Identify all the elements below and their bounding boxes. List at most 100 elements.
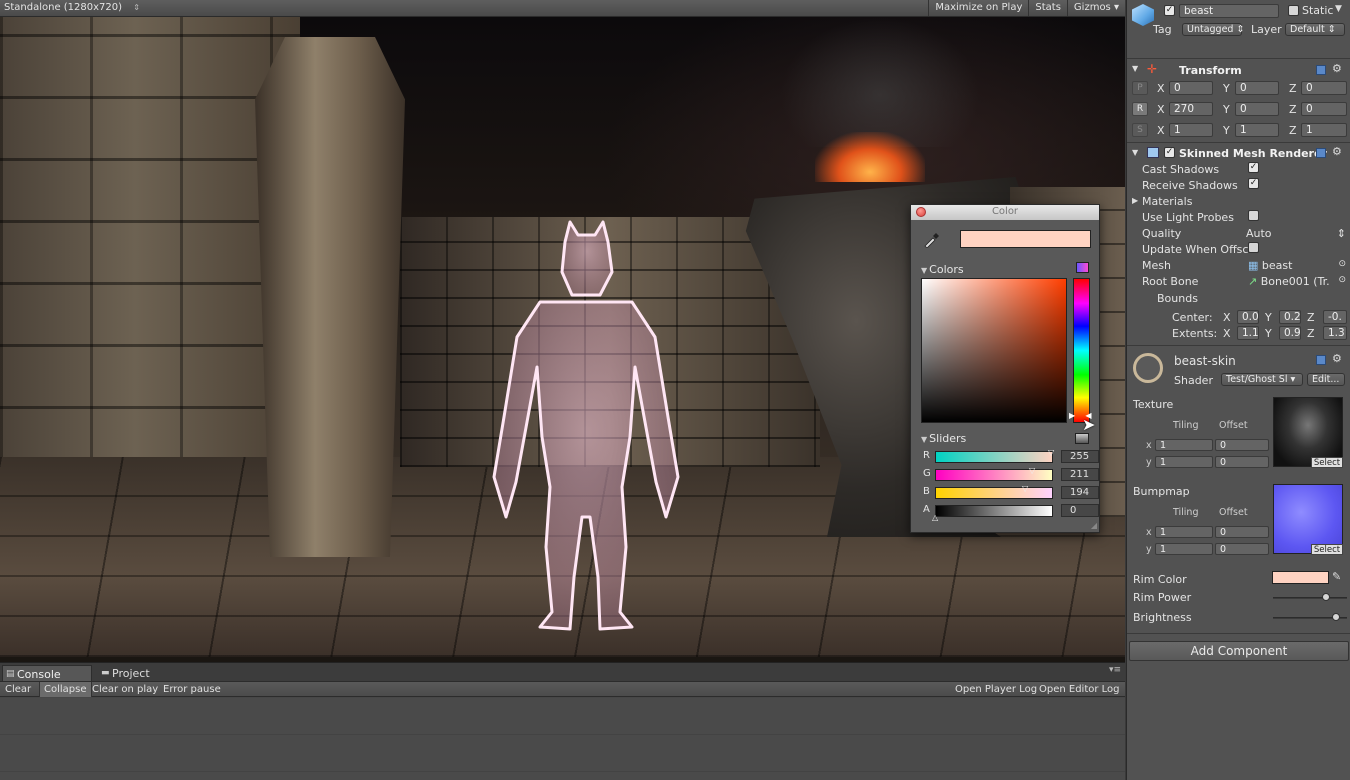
root-bone-object-field[interactable]: ↗ Bone001 (Tr. ⊙ — [1248, 275, 1348, 288]
receive-shadows-checkbox[interactable]: ✓ — [1248, 178, 1259, 189]
position-y-field[interactable]: 0 — [1235, 81, 1279, 95]
extents-z-field[interactable]: 1.3 — [1323, 326, 1347, 340]
static-dropdown-icon[interactable]: ▼ — [1335, 4, 1342, 14]
slider-r[interactable]: R ▽ 255 — [921, 448, 1099, 464]
texture-tiling-y-field[interactable]: 1 — [1155, 456, 1213, 468]
foldout-open-icon[interactable]: ▼ — [1132, 148, 1138, 157]
rim-power-slider[interactable] — [1273, 597, 1347, 599]
brightness-slider-knob[interactable] — [1331, 613, 1340, 621]
help-book-icon[interactable] — [1316, 148, 1326, 158]
rim-power-slider-knob[interactable] — [1322, 593, 1331, 601]
slider-knob-icon[interactable]: ▽ — [1048, 448, 1054, 457]
slider-knob-icon[interactable]: △ — [932, 513, 938, 522]
quality-dropdown[interactable]: Auto ⇕ — [1246, 227, 1346, 240]
bumpmap-offset-x-field[interactable]: 0 — [1215, 526, 1269, 538]
object-name-field[interactable]: beast — [1179, 4, 1279, 18]
slider-b[interactable]: B ▽ 194 — [921, 484, 1099, 500]
slider-mode-icon[interactable] — [1075, 433, 1089, 444]
current-color-swatch[interactable] — [960, 230, 1091, 248]
use-light-probes-checkbox[interactable] — [1248, 210, 1259, 221]
slider-a[interactable]: A △ 0 — [921, 504, 1099, 522]
bumpmap-offset-y-field[interactable]: 0 — [1215, 543, 1269, 555]
static-checkbox[interactable] — [1288, 5, 1299, 16]
open-editor-log-button[interactable]: Open Editor Log — [1039, 684, 1120, 695]
open-player-log-button[interactable]: Open Player Log — [955, 684, 1037, 695]
sliders-section-header[interactable]: ▼ Sliders — [921, 432, 966, 445]
center-y-field[interactable]: 0.2 — [1279, 310, 1301, 324]
center-x-field[interactable]: 0.0 — [1237, 310, 1259, 324]
slider-r-value[interactable]: 255 — [1061, 450, 1099, 463]
clear-button[interactable]: Clear — [5, 684, 31, 695]
collapse-toggle[interactable]: Collapse — [39, 682, 92, 697]
hue-slider[interactable] — [1073, 278, 1090, 423]
scale-z-field[interactable]: 1 — [1301, 123, 1347, 137]
rotation-y-field[interactable]: 0 — [1235, 102, 1279, 116]
bumpmap-select-button[interactable]: Select — [1311, 544, 1343, 555]
bumpmap-tiling-x-field[interactable]: 1 — [1155, 526, 1213, 538]
slider-g-value[interactable]: 211 — [1061, 468, 1099, 481]
slider-g[interactable]: G ▽ 211 — [921, 466, 1099, 482]
reset-scale-button[interactable]: S — [1132, 123, 1148, 137]
shader-dropdown[interactable]: Test/Ghost Sl ▾ — [1221, 373, 1303, 386]
layer-dropdown[interactable]: Default ⇕ — [1285, 23, 1345, 36]
panel-menu-icon[interactable]: ▾≡ — [1109, 665, 1121, 675]
center-z-field[interactable]: -0. — [1323, 310, 1347, 324]
edit-shader-button[interactable]: Edit... — [1307, 373, 1345, 386]
clear-on-play-toggle[interactable]: Clear on play — [92, 684, 158, 695]
console-log-list[interactable] — [0, 698, 1125, 780]
active-checkbox[interactable]: ✓ — [1164, 5, 1175, 16]
mesh-object-field[interactable]: ▦ beast ⊙ — [1248, 259, 1348, 272]
foldout-open-icon[interactable]: ▼ — [1132, 64, 1138, 73]
foldout-closed-icon[interactable]: ▶ — [1132, 196, 1138, 205]
reset-rotation-button[interactable]: R — [1132, 102, 1148, 116]
gear-icon[interactable]: ⚙ — [1332, 62, 1342, 75]
slider-a-track[interactable]: △ — [932, 505, 1053, 522]
slider-b-value[interactable]: 194 — [1061, 486, 1099, 499]
rotation-x-field[interactable]: 270 — [1169, 102, 1213, 116]
extents-x-field[interactable]: 1.1 — [1237, 326, 1259, 340]
position-x-field[interactable]: 0 — [1169, 81, 1213, 95]
resolution-dropdown[interactable]: Standalone (1280x720) ⇕ — [4, 2, 140, 13]
color-picker-titlebar[interactable]: Color — [911, 205, 1099, 220]
slider-a-value[interactable]: 0 — [1061, 504, 1099, 517]
slider-g-track[interactable]: ▽ — [935, 466, 1053, 481]
update-offscreen-checkbox[interactable] — [1248, 242, 1259, 253]
cast-shadows-checkbox[interactable]: ✓ — [1248, 162, 1259, 173]
color-mode-icon[interactable] — [1076, 262, 1089, 273]
slider-b-track[interactable]: ▽ — [935, 484, 1053, 499]
extents-y-field[interactable]: 0.9 — [1279, 326, 1301, 340]
help-book-icon[interactable] — [1316, 355, 1326, 365]
maximize-on-play-button[interactable]: Maximize on Play — [928, 0, 1028, 16]
eyedropper-icon[interactable] — [921, 232, 941, 248]
slider-knob-icon[interactable]: ▽ — [1029, 466, 1035, 475]
tab-console[interactable]: ▤ Console — [2, 665, 92, 681]
add-component-button[interactable]: Add Component — [1129, 641, 1349, 661]
bumpmap-tiling-y-field[interactable]: 1 — [1155, 543, 1213, 555]
eyedropper-icon[interactable]: ✎ — [1332, 570, 1341, 583]
texture-offset-x-field[interactable]: 0 — [1215, 439, 1269, 451]
object-picker-icon[interactable]: ⊙ — [1338, 275, 1346, 285]
texture-select-button[interactable]: Select — [1311, 457, 1343, 468]
gear-icon[interactable]: ⚙ — [1332, 145, 1342, 158]
materials-label[interactable]: Materials — [1142, 195, 1192, 208]
scale-x-field[interactable]: 1 — [1169, 123, 1213, 137]
position-z-field[interactable]: 0 — [1301, 81, 1347, 95]
scale-y-field[interactable]: 1 — [1235, 123, 1279, 137]
resize-grip-icon[interactable]: ◢ — [1091, 521, 1097, 530]
reset-position-button[interactable]: P — [1132, 81, 1148, 95]
rim-color-swatch[interactable] — [1272, 571, 1329, 584]
slider-knob-icon[interactable]: ▽ — [1022, 484, 1028, 493]
colors-section-header[interactable]: ▼ Colors — [921, 263, 964, 276]
rotation-z-field[interactable]: 0 — [1301, 102, 1347, 116]
help-book-icon[interactable] — [1316, 65, 1326, 75]
tab-project[interactable]: ▬ Project — [98, 665, 162, 681]
slider-r-track[interactable]: ▽ — [935, 448, 1054, 463]
texture-offset-y-field[interactable]: 0 — [1215, 456, 1269, 468]
texture-tiling-x-field[interactable]: 1 — [1155, 439, 1213, 451]
gizmos-dropdown[interactable]: Gizmos ▾ — [1066, 0, 1125, 16]
skinned-mesh-enabled-checkbox[interactable]: ✓ — [1164, 147, 1175, 158]
color-picker-window[interactable]: Color ▼ Colors ▶ ◀ ▼ Sliders R ▽ 255 G ▽ 2… — [910, 204, 1100, 533]
gear-icon[interactable]: ⚙ — [1332, 352, 1342, 365]
saturation-value-picker[interactable] — [921, 278, 1067, 423]
stats-button[interactable]: Stats — [1028, 0, 1067, 16]
